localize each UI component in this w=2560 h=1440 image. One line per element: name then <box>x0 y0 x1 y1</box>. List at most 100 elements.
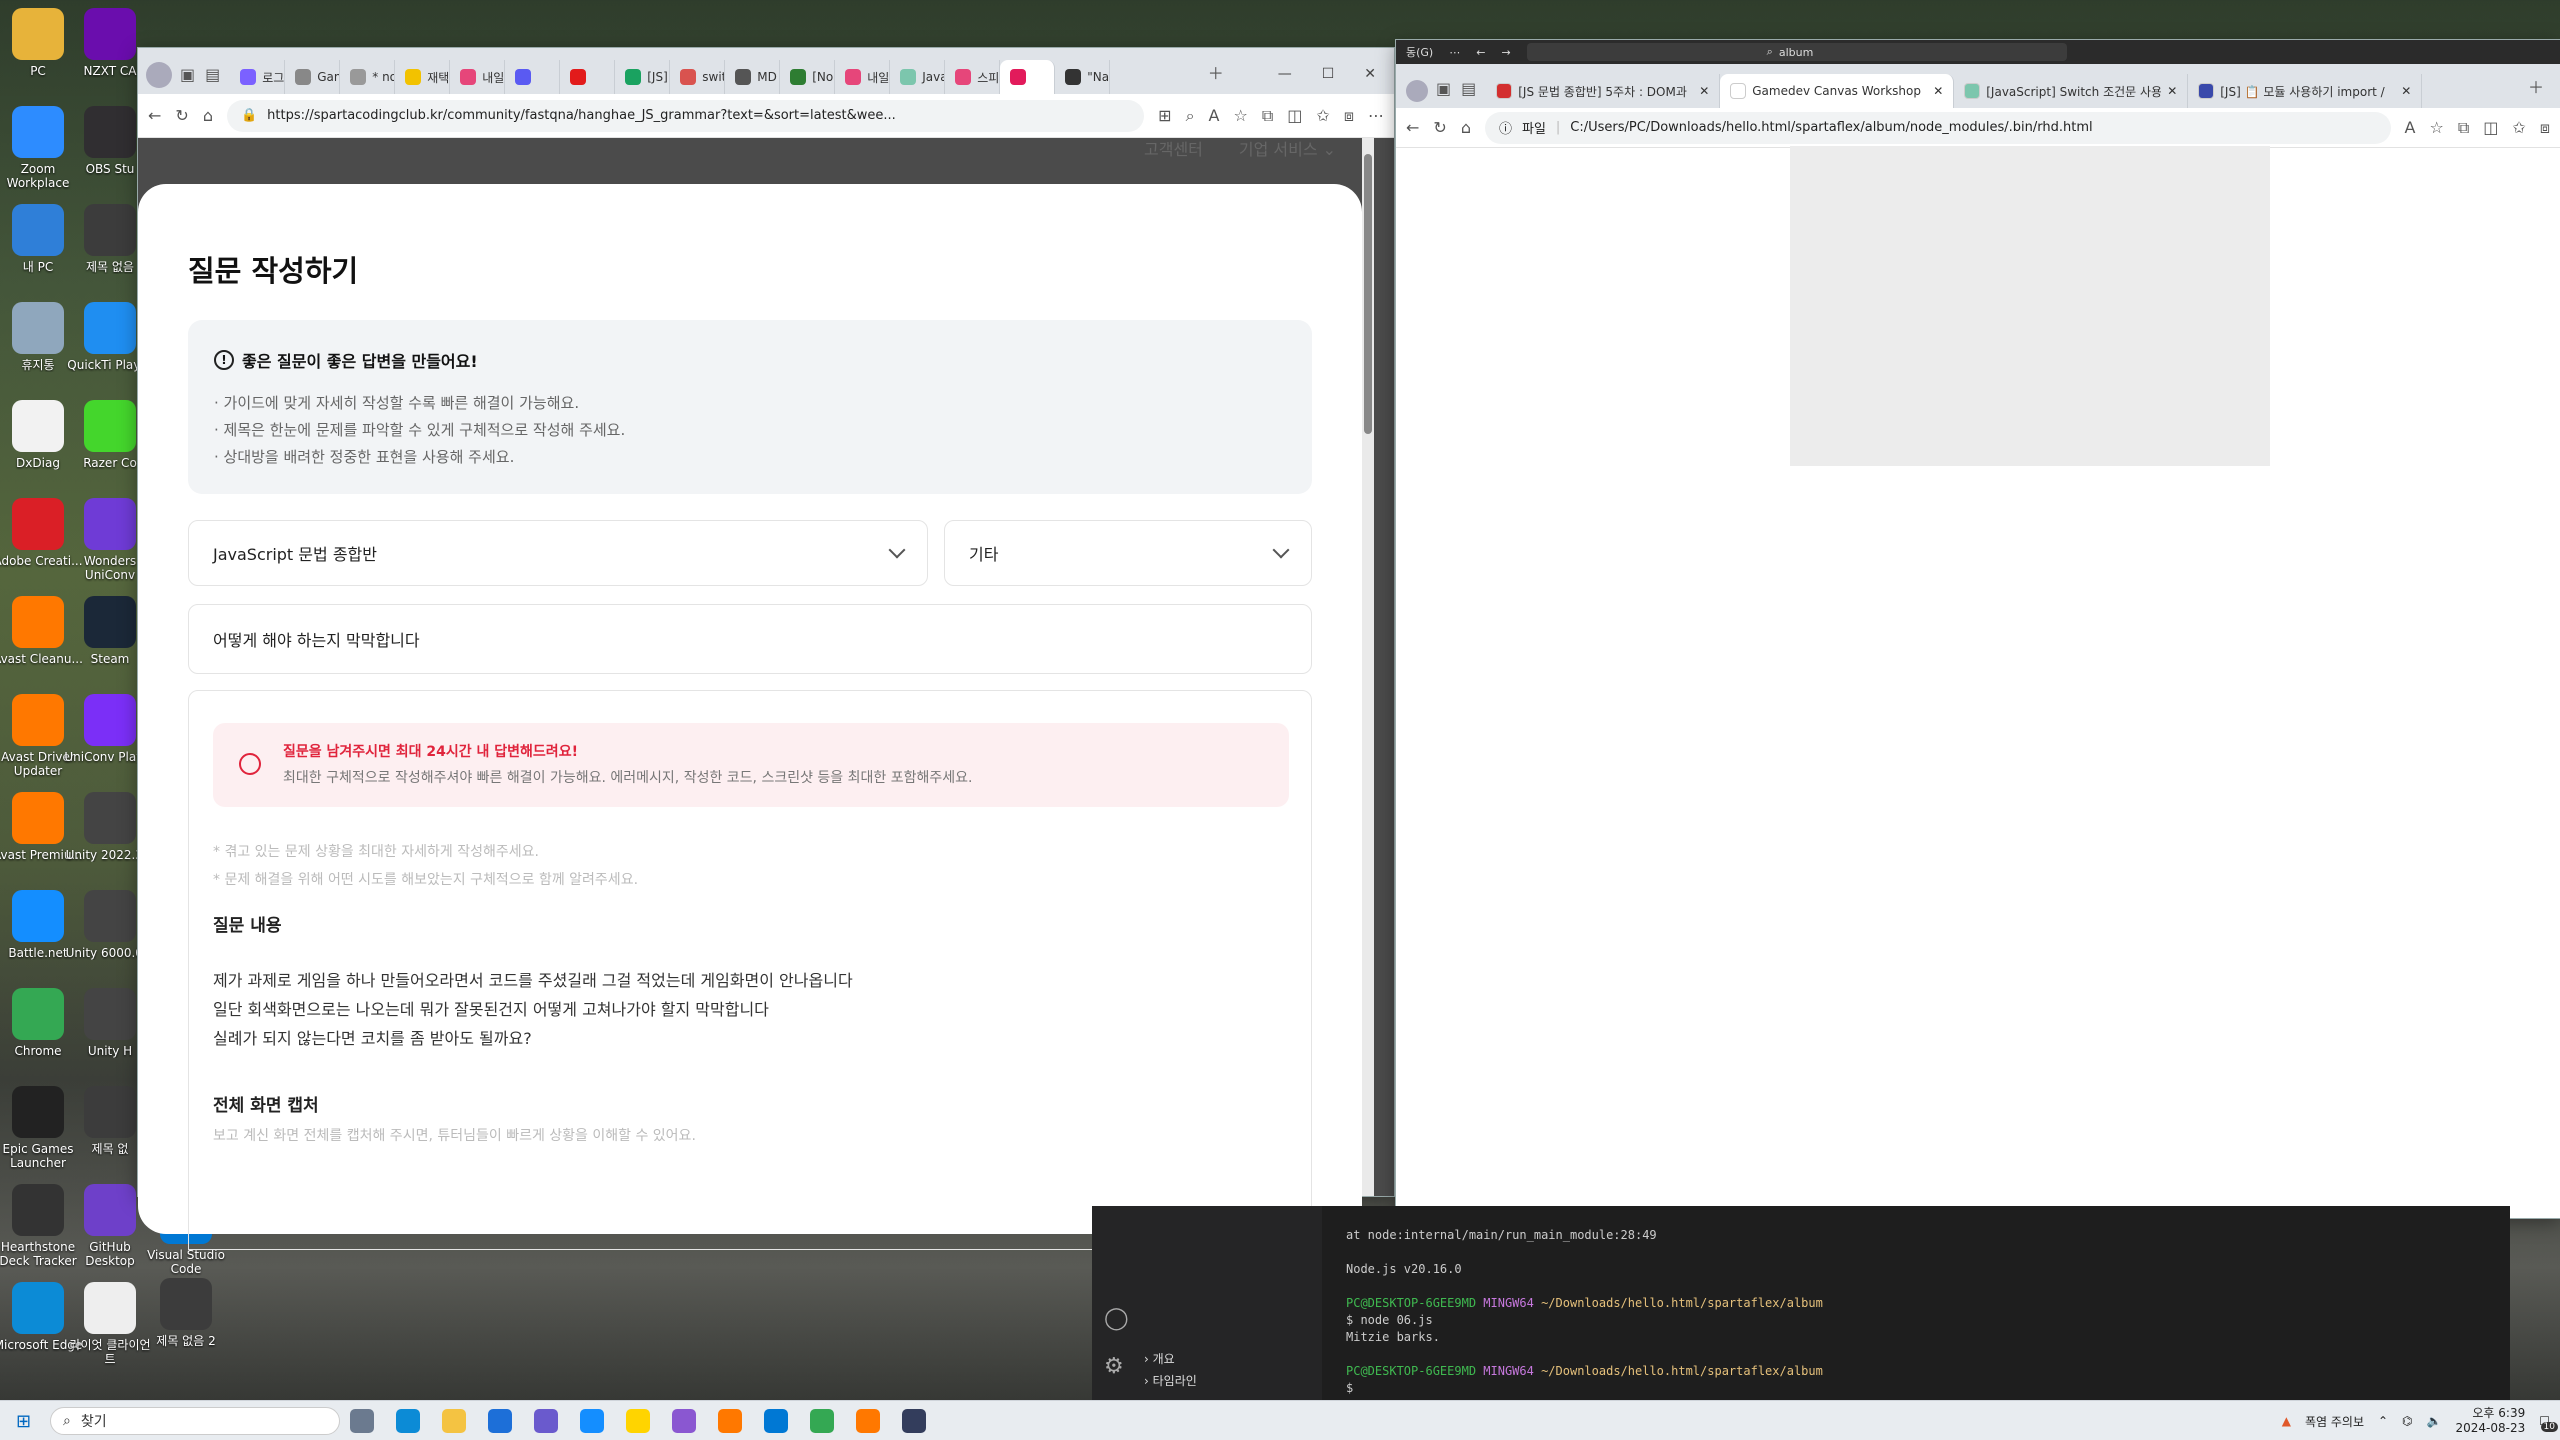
browser-tab[interactable]: 내일 <box>835 60 891 94</box>
back-icon[interactable]: ← <box>1406 118 1419 137</box>
taskbar-search[interactable]: ⌕ 찾기 <box>50 1407 340 1435</box>
browser-tab[interactable]: [JavaScript] Switch 조건문 사용 ✕ <box>1954 74 2189 108</box>
browser-tab[interactable]: swit <box>670 60 726 94</box>
browser-tab[interactable]: Gamedev Canvas Workshop ✕ <box>1720 74 1955 108</box>
game-canvas[interactable] <box>1790 146 2270 466</box>
more-icon[interactable]: ⋯ <box>1368 106 1384 125</box>
title-input[interactable]: 어떻게 해야 하는지 막막합니다 <box>188 604 1312 674</box>
outline-section[interactable]: › 개요 <box>1144 1350 1175 1367</box>
new-tab-icon[interactable]: ＋ <box>2528 74 2544 98</box>
url-field[interactable]: 🔒 https://spartacodingclub.kr/community/… <box>226 99 1145 132</box>
extensions-icon[interactable]: ⧉ <box>2458 118 2469 138</box>
terminal-icon[interactable] <box>902 1409 926 1433</box>
volume-icon[interactable]: 🔈 <box>2427 1414 2442 1428</box>
browser-tab[interactable]: [No: <box>780 60 836 94</box>
collections-icon[interactable]: ⧈ <box>1344 106 1354 126</box>
browser-tab[interactable]: 로그 <box>230 60 286 94</box>
notification-icon[interactable]: ☐ 10 <box>2539 1414 2558 1432</box>
browser-tab[interactable]: * no <box>340 60 396 94</box>
nav-forward-icon[interactable]: → <box>1501 46 1510 59</box>
profile-avatar[interactable] <box>146 62 172 88</box>
app-icon[interactable] <box>534 1409 558 1433</box>
tab-close-icon[interactable]: ✕ <box>2401 84 2411 98</box>
browser-tab[interactable]: Gan <box>285 60 341 94</box>
browser-tab[interactable]: [JS 문법 종합반] 5주차 : DOM과 ✕ <box>1486 74 1721 108</box>
edge-icon[interactable] <box>396 1409 420 1433</box>
task-view-icon[interactable] <box>350 1409 374 1433</box>
menu-go[interactable]: 동(G) <box>1406 44 1433 60</box>
vscode-icon[interactable] <box>764 1409 788 1433</box>
weather-text[interactable]: 폭염 주의보 <box>2305 1413 2364 1430</box>
favorite-icon[interactable]: ☆ <box>1234 106 1248 125</box>
content-editor[interactable]: 질문을 남겨주시면 최대 24시간 내 답변해드려요! 최대한 구체적으로 작성… <box>188 690 1312 1250</box>
url-field[interactable]: ⓘ 파일 | C:/Users/PC/Downloads/hello.html/… <box>1484 111 2391 144</box>
browser-tab[interactable] <box>560 60 616 94</box>
browser-tab[interactable]: 내일 <box>450 60 506 94</box>
clock[interactable]: 오후 6:39 2024-08-23 <box>2455 1406 2525 1436</box>
network-icon[interactable]: ⌬ <box>2402 1414 2412 1428</box>
desktop-icon[interactable]: 제목 없음 2 <box>140 1278 232 1374</box>
favorites-icon[interactable]: ✩ <box>1316 106 1329 125</box>
browser-tab[interactable]: 스피 <box>945 60 1001 94</box>
home-icon[interactable]: ⌂ <box>1461 118 1471 137</box>
account-icon[interactable]: ◯ <box>1104 1306 1129 1331</box>
discord-icon[interactable] <box>672 1409 696 1433</box>
read-aloud-icon[interactable]: A <box>1209 106 1220 125</box>
course-select[interactable]: JavaScript 문법 종합반 <box>188 520 928 586</box>
profile-avatar[interactable] <box>1406 80 1428 102</box>
collections-icon[interactable]: ⧈ <box>2540 118 2550 138</box>
nav-enterprise[interactable]: 기업 서비스 ⌄ <box>1239 136 1336 160</box>
nav-customer-center[interactable]: 고객센터 <box>1144 136 1203 160</box>
zoom-icon[interactable]: ⌕ <box>1186 106 1195 126</box>
file-explorer-icon[interactable] <box>442 1409 466 1433</box>
browser-tab[interactable]: [JS] <box>615 60 671 94</box>
battlenet-icon[interactable] <box>580 1409 604 1433</box>
more-icon[interactable]: ⋯ <box>1449 46 1460 59</box>
tab-actions-icon[interactable]: ▤ <box>205 65 220 84</box>
tab-actions-icon[interactable]: ▤ <box>1461 79 1476 98</box>
home-icon[interactable]: ⌂ <box>203 106 213 125</box>
browser-tab[interactable]: 재택 <box>395 60 451 94</box>
extensions-icon[interactable]: ⧉ <box>1262 106 1273 126</box>
apps-icon[interactable]: ⊞ <box>1158 106 1171 125</box>
maximize-icon[interactable]: ☐ <box>1322 66 1335 82</box>
nav-back-icon[interactable]: ← <box>1476 46 1485 59</box>
browser-tab[interactable]: MD <box>725 60 781 94</box>
terminal-line: $ <box>1346 1381 1361 1395</box>
browser-tab[interactable]: Java <box>890 60 946 94</box>
tab-close-icon[interactable]: ✕ <box>1933 84 1943 98</box>
chevron-up-icon[interactable]: ⌃ <box>2378 1414 2388 1428</box>
avast-driver-icon[interactable] <box>856 1409 880 1433</box>
start-icon[interactable]: ⊞ <box>16 1411 31 1432</box>
minimize-icon[interactable]: — <box>1278 66 1292 82</box>
back-icon[interactable]: ← <box>148 106 161 125</box>
favorite-icon[interactable]: ☆ <box>2430 118 2444 137</box>
warning-icon[interactable]: ▲ <box>2282 1414 2291 1428</box>
browser-tab[interactable]: [JS] 📋 모듈 사용하기 import / ✕ <box>2188 74 2423 108</box>
kakaotalk-icon[interactable] <box>626 1409 650 1433</box>
favorites-icon[interactable]: ✩ <box>2512 118 2525 137</box>
command-search[interactable]: ⌕ album <box>1526 43 2067 61</box>
reload-icon[interactable]: ↻ <box>1433 118 1446 137</box>
split-screen-icon[interactable]: ◫ <box>2483 118 2498 137</box>
browser-tab[interactable]: "Na <box>1055 60 1111 94</box>
scrollbar[interactable] <box>1362 138 1374 1196</box>
close-icon[interactable]: ✕ <box>1364 66 1376 82</box>
new-tab-icon[interactable]: ＋ <box>1208 60 1224 84</box>
read-aloud-icon[interactable]: A <box>2405 118 2416 137</box>
category-select[interactable]: 기타 <box>944 520 1312 586</box>
reload-icon[interactable]: ↻ <box>175 106 188 125</box>
split-screen-icon[interactable]: ◫ <box>1287 106 1302 125</box>
avast-icon[interactable] <box>718 1409 742 1433</box>
tab-close-icon[interactable]: ✕ <box>2167 84 2177 98</box>
tab-close-icon[interactable]: ✕ <box>1699 84 1709 98</box>
chrome-icon[interactable] <box>810 1409 834 1433</box>
store-icon[interactable] <box>488 1409 512 1433</box>
workspaces-icon[interactable]: ▣ <box>180 65 195 84</box>
workspaces-icon[interactable]: ▣ <box>1436 79 1451 98</box>
timeline-section[interactable]: › 타임라인 <box>1144 1372 1197 1389</box>
browser-tab[interactable] <box>1000 60 1056 94</box>
app-icon <box>84 792 136 844</box>
settings-gear-icon[interactable]: ⚙ <box>1104 1354 1124 1379</box>
browser-tab[interactable] <box>505 60 561 94</box>
